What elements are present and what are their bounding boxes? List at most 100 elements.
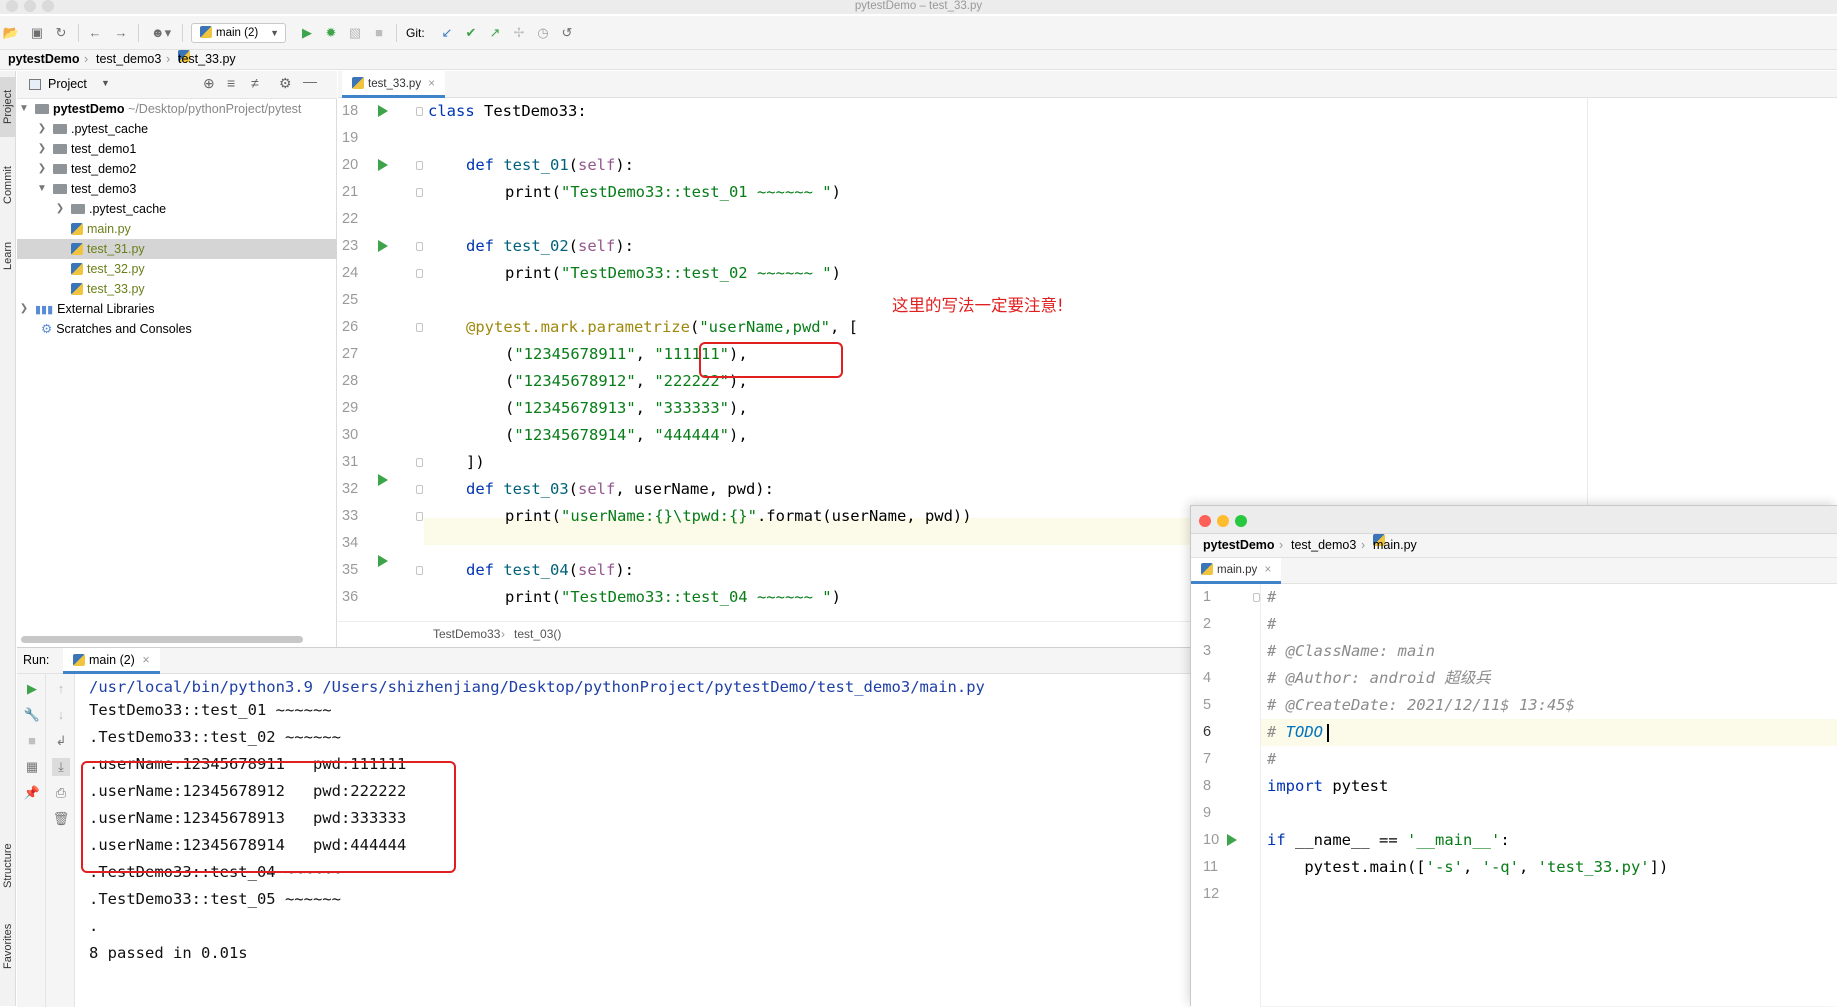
tree-item[interactable]: test_33.py	[17, 279, 337, 299]
run-gutter-icon[interactable]	[378, 555, 388, 567]
wrench-icon[interactable]: 🔧	[23, 706, 41, 724]
run-gutter-icon[interactable]	[378, 474, 388, 486]
editor-gutter: 18 19 20 21 22 23 24 25 26 27 28 29 30 3…	[338, 98, 424, 621]
close-window-button[interactable]	[1199, 515, 1211, 527]
fold-marker-icon[interactable]	[416, 458, 423, 467]
close-tab-icon[interactable]: ×	[428, 78, 435, 90]
fold-marker-icon[interactable]	[1253, 593, 1260, 602]
tree-item[interactable]: ❯ test_demo2	[17, 159, 337, 179]
arrow-down-icon[interactable]: ↓	[52, 706, 70, 724]
pin-icon[interactable]: 📌	[23, 784, 41, 802]
save-icon[interactable]: ▣	[28, 24, 46, 42]
chevron-right-icon[interactable]: ❯	[37, 159, 47, 179]
tab-structure[interactable]: Structure	[0, 831, 16, 901]
fold-marker-icon[interactable]	[416, 269, 423, 278]
back-icon[interactable]: ←	[86, 24, 104, 42]
run-gutter-icon[interactable]	[378, 105, 388, 117]
git-commit-icon[interactable]: ✔	[462, 24, 480, 42]
nav-folder[interactable]: test_demo3	[1291, 534, 1356, 557]
chevron-down-icon[interactable]: ▼	[101, 78, 110, 88]
zoom-window-button[interactable]	[1235, 515, 1247, 527]
tree-item[interactable]: ❯ test_demo1	[17, 139, 337, 159]
close-tab-icon[interactable]: ×	[1264, 564, 1271, 576]
arrow-up-icon[interactable]: ↑	[52, 680, 70, 698]
run-gutter-icon[interactable]	[378, 159, 388, 171]
fold-marker-icon[interactable]	[416, 161, 423, 170]
tab-test-33[interactable]: test_33.py ×	[342, 71, 445, 98]
chevron-down-icon[interactable]: ▼	[19, 99, 29, 119]
debug-icon[interactable]: ✹	[322, 24, 340, 42]
tab-project[interactable]: Project	[0, 77, 16, 137]
print-icon[interactable]: ⎙	[52, 784, 70, 802]
run-gutter-icon[interactable]	[1227, 834, 1237, 846]
tree-item[interactable]: test_32.py	[17, 259, 337, 279]
fold-marker-icon[interactable]	[416, 188, 423, 197]
run-icon[interactable]: ▶	[298, 24, 316, 42]
tree-item[interactable]: ▼ test_demo3	[17, 179, 337, 199]
line-number: 27	[342, 346, 359, 362]
user-dropdown-icon[interactable]: ☻▾	[148, 24, 174, 42]
fold-marker-icon[interactable]	[416, 107, 423, 116]
git-merge-icon[interactable]: ✢	[510, 24, 528, 42]
git-history-icon[interactable]: ◷	[534, 24, 552, 42]
close-tab-icon[interactable]: ×	[142, 653, 149, 667]
layout-icon[interactable]: ▦	[23, 758, 41, 776]
tree-item-selected[interactable]: test_31.py	[17, 239, 337, 259]
expand-all-icon[interactable]: ≡	[227, 75, 235, 91]
sync-icon[interactable]: ↻	[52, 24, 70, 42]
fold-marker-icon[interactable]	[416, 485, 423, 494]
soft-wrap-icon[interactable]: ↲	[52, 732, 70, 750]
chevron-down-icon[interactable]: ▼	[37, 179, 47, 199]
horizontal-scrollbar[interactable]	[21, 636, 303, 643]
run-tab-main[interactable]: main (2) ×	[63, 648, 160, 674]
fold-marker-icon[interactable]	[416, 566, 423, 575]
breadcrumb-method[interactable]: test_03()	[514, 622, 561, 647]
tree-item[interactable]: ❯ .pytest_cache	[17, 119, 337, 139]
fold-marker-icon[interactable]	[416, 512, 423, 521]
nav-project[interactable]: pytestDemo	[8, 50, 80, 69]
trash-icon[interactable]: 🗑	[52, 810, 70, 828]
tab-commit[interactable]: Commit	[0, 155, 16, 215]
run-gutter-icon[interactable]	[378, 240, 388, 252]
stop-icon[interactable]: ■	[23, 732, 41, 750]
rollback-icon[interactable]: ↺	[558, 24, 576, 42]
rerun-icon[interactable]: ▶	[23, 680, 41, 698]
coverage-icon[interactable]: ▧	[346, 24, 364, 42]
scroll-to-end-icon[interactable]: ⤓	[52, 758, 70, 776]
tree-item[interactable]: ❯ .pytest_cache	[17, 199, 337, 219]
nav-project[interactable]: pytestDemo	[1203, 534, 1275, 557]
minimize-window-button[interactable]	[1217, 515, 1229, 527]
fold-marker-icon[interactable]	[416, 242, 423, 251]
chevron-right-icon[interactable]: ❯	[37, 139, 47, 159]
tab-favorites[interactable]: Favorites	[0, 911, 16, 981]
open-folder-icon[interactable]: 📂	[2, 24, 20, 42]
line-number: 35	[342, 562, 359, 578]
tab-learn[interactable]: Learn	[0, 231, 16, 281]
tab-main-py[interactable]: main.py ×	[1191, 558, 1282, 584]
tree-item[interactable]: main.py	[17, 219, 337, 239]
stop-icon[interactable]: ■	[370, 24, 388, 42]
fold-marker-icon[interactable]	[416, 323, 423, 332]
chevron-right-icon[interactable]: ❯	[55, 199, 65, 219]
run-configuration-select[interactable]: main (2) ▼	[191, 23, 286, 43]
locate-icon[interactable]: ⊕	[203, 75, 215, 92]
popup-code-area[interactable]: # # # @ClassName: main # @Author: androi…	[1267, 584, 1837, 1007]
line-number: 9	[1203, 805, 1212, 821]
run-label: Run:	[23, 653, 50, 667]
tree-item[interactable]: ⚙ Scratches and Consoles	[17, 319, 337, 339]
tab-label: test_33.py	[368, 78, 422, 90]
project-view-select[interactable]: Project	[48, 77, 87, 91]
tree-root[interactable]: ▼ pytestDemo ~/Desktop/pythonProject/pyt…	[17, 99, 337, 119]
forward-icon[interactable]: →	[112, 24, 130, 42]
chevron-right-icon[interactable]: ❯	[37, 119, 47, 139]
nav-file-label: main.py	[1373, 538, 1417, 552]
chevron-right-icon[interactable]: ❯	[19, 299, 29, 319]
git-update-icon[interactable]: ↙	[438, 24, 456, 42]
gear-icon[interactable]: ⚙	[279, 75, 292, 92]
breadcrumb-class[interactable]: TestDemo33	[433, 622, 500, 647]
git-push-icon[interactable]: ↗	[486, 24, 504, 42]
collapse-all-icon[interactable]: ≠	[251, 75, 259, 91]
nav-folder[interactable]: test_demo3	[96, 50, 161, 69]
tree-item[interactable]: ❯ ▮▮▮ External Libraries	[17, 299, 337, 319]
hide-panel-icon[interactable]: —	[303, 73, 317, 89]
